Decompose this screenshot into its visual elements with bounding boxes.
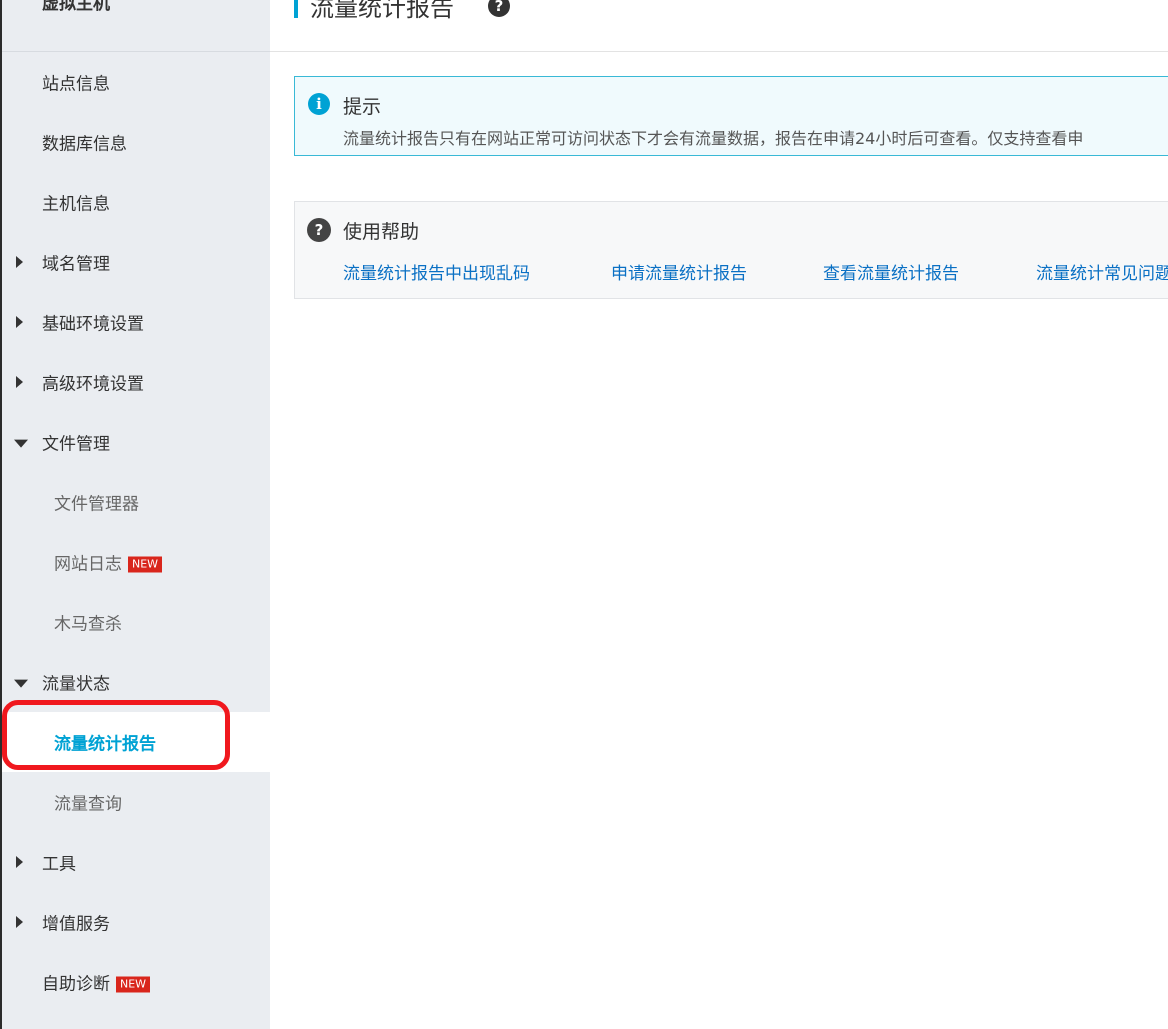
sidebar-item-15[interactable]: 自助诊断 NEW: [2, 952, 270, 1012]
tip-title: 提示: [343, 96, 382, 118]
help-link-apply-report[interactable]: 申请流量统计报告: [611, 259, 747, 284]
sidebar-item-4[interactable]: 基础环境设置: [2, 292, 270, 352]
sidebar-item-5[interactable]: 高级环境设置: [2, 352, 270, 412]
sidebar-item-label: 基础环境设置: [42, 314, 144, 335]
sidebar-item-label: 木马查杀: [54, 614, 122, 635]
tip-text: 流量统计报告只有在网站正常可访问状态下才会有流量数据，报告在申请24小时后可查看…: [343, 129, 1084, 148]
question-circle-icon[interactable]: ?: [488, 0, 510, 17]
sidebar-item-label: 域名管理: [42, 254, 110, 275]
sidebar-title: 虚拟主机: [42, 0, 110, 14]
question-circle-icon: ?: [307, 218, 331, 242]
sidebar-item-label: 流量统计报告: [54, 734, 156, 755]
caret-down-icon[interactable]: [14, 439, 28, 448]
sidebar-item-14[interactable]: 增值服务: [2, 892, 270, 952]
sidebar-item-label: 流量状态: [42, 674, 110, 695]
sidebar-item-label: 站点信息: [42, 74, 110, 95]
page-header: 流量统计报告 ?: [270, 0, 1168, 52]
sidebar-item-label: 文件管理: [42, 434, 110, 455]
title-accent-bar: [294, 0, 298, 18]
sidebar-item-label: 流量查询: [54, 794, 122, 815]
sidebar-item-12[interactable]: 流量查询: [2, 772, 270, 832]
help-link-garbled-text[interactable]: 流量统计报告中出现乱码: [343, 259, 530, 284]
sidebar-item-11[interactable]: 流量统计报告: [2, 712, 272, 772]
caret-right-icon[interactable]: [16, 856, 23, 868]
sidebar-item-label: 数据库信息: [42, 134, 127, 155]
sidebar-item-label: 高级环境设置: [42, 374, 144, 395]
sidebar-item-1[interactable]: 数据库信息: [2, 112, 270, 172]
caret-right-icon[interactable]: [16, 376, 23, 388]
caret-right-icon[interactable]: [16, 316, 23, 328]
sidebar-item-0[interactable]: 站点信息: [2, 52, 270, 112]
sidebar: 虚拟主机 站点信息数据库信息主机信息域名管理基础环境设置 高级环境设置 文件管理文件…: [0, 0, 272, 1029]
sidebar-item-6[interactable]: 文件管理: [2, 412, 270, 472]
page-title: 流量统计报告: [310, 0, 454, 22]
caret-right-icon[interactable]: [16, 916, 23, 928]
help-panel: ? 使用帮助 流量统计报告中出现乱码 申请流量统计报告 查看流量统计报告 流量统…: [294, 201, 1168, 299]
sidebar-item-7[interactable]: 文件管理器: [2, 472, 270, 532]
sidebar-item-2[interactable]: 主机信息: [2, 172, 270, 232]
sidebar-item-label: 工具: [42, 854, 76, 875]
info-icon: i: [308, 93, 330, 115]
sidebar-item-8[interactable]: 网站日志 NEW: [2, 532, 270, 592]
tip-panel: i 提示 流量统计报告只有在网站正常可访问状态下才会有流量数据，报告在申请24小…: [294, 76, 1168, 156]
sidebar-item-13[interactable]: 工具: [2, 832, 270, 892]
help-title: 使用帮助: [343, 221, 420, 243]
new-badge: NEW: [128, 556, 163, 573]
sidebar-item-label: 文件管理器: [54, 494, 139, 515]
help-link-view-report[interactable]: 查看流量统计报告: [823, 259, 959, 284]
sidebar-item-9[interactable]: 木马查杀: [2, 592, 270, 652]
new-badge: NEW: [116, 976, 151, 993]
sidebar-item-label: 网站日志: [54, 554, 122, 575]
caret-down-icon[interactable]: [14, 679, 28, 688]
caret-right-icon[interactable]: [16, 256, 23, 268]
sidebar-item-label: 自助诊断: [42, 974, 110, 995]
sidebar-item-label: 主机信息: [42, 194, 110, 215]
sidebar-header: 虚拟主机: [2, 0, 270, 52]
sidebar-item-3[interactable]: 域名管理: [2, 232, 270, 292]
sidebar-item-10[interactable]: 流量状态: [2, 652, 270, 712]
sidebar-item-label: 增值服务: [42, 914, 110, 935]
help-link-faq[interactable]: 流量统计常见问题: [1036, 259, 1168, 284]
main-content: 流量统计报告 ? i 提示 流量统计报告只有在网站正常可访问状态下才会有流量数据…: [270, 0, 1168, 1029]
